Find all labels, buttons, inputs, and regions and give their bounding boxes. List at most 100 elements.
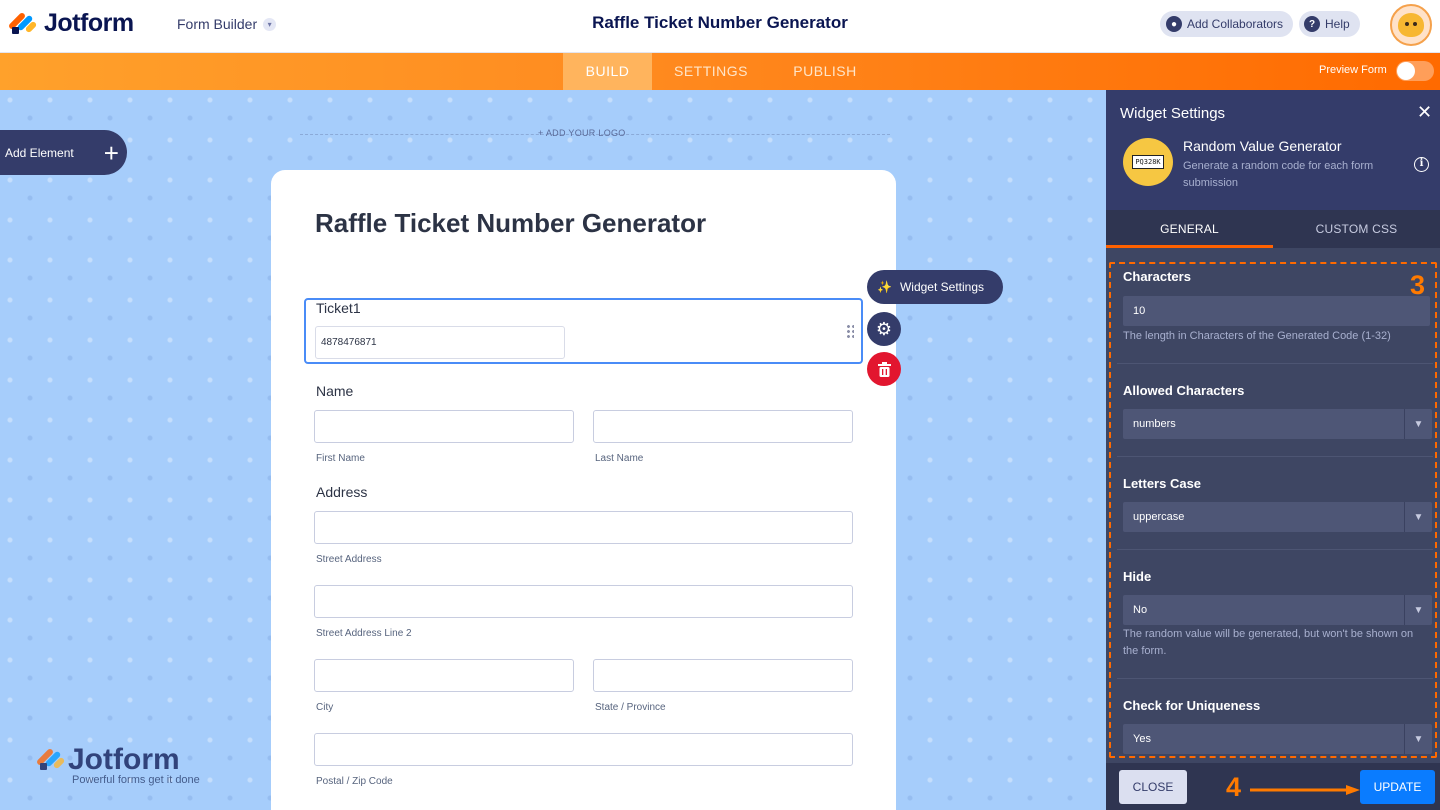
last-name-sublabel: Last Name [595, 453, 644, 464]
question-icon: ? [1304, 16, 1320, 32]
tab-publish[interactable]: PUBLISH [783, 53, 867, 90]
user-icon: ● [1166, 16, 1182, 32]
panel-title: Widget Settings [1120, 105, 1226, 122]
last-name-input[interactable] [593, 410, 853, 443]
close-icon[interactable]: ✕ [1417, 102, 1432, 123]
widget-thumb-text: PQ328K [1132, 155, 1164, 169]
tab-settings[interactable]: SETTINGS [664, 53, 758, 90]
divider [1117, 363, 1433, 364]
trash-icon [877, 361, 891, 377]
allowed-characters-label: Allowed Characters [1123, 383, 1245, 398]
state-sublabel: State / Province [595, 702, 666, 713]
field-properties-button[interactable]: ⚙ [867, 312, 901, 346]
info-icon[interactable]: i [1414, 157, 1429, 172]
form-heading[interactable]: Raffle Ticket Number Generator [315, 208, 706, 239]
add-collaborators-button[interactable]: ● Add Collaborators [1160, 11, 1294, 37]
allowed-characters-value: numbers [1133, 418, 1176, 430]
help-button[interactable]: ? Help [1299, 11, 1360, 37]
widget-name: Random Value Generator [1183, 138, 1342, 154]
avatar-face-icon [1398, 13, 1424, 37]
form-builder-label: Form Builder [177, 16, 258, 32]
magic-wand-icon: ✨ [877, 280, 892, 294]
chevron-down-icon: ▼ [1404, 724, 1432, 754]
widget-settings-button[interactable]: ✨ Widget Settings [867, 270, 1003, 304]
divider [1117, 549, 1433, 550]
form-builder-dropdown[interactable]: Form Builder ▾ [177, 16, 277, 32]
add-element-label: Add Element [5, 145, 74, 160]
jotform-logo[interactable]: Jotform [7, 9, 134, 38]
divider [1117, 678, 1433, 679]
form-canvas: Add Element + + ADD YOUR LOGO Raffle Tic… [0, 90, 1106, 810]
preview-form-toggle[interactable] [1396, 61, 1434, 81]
step-4-marker: 4 [1226, 772, 1242, 802]
form-name-title[interactable]: Raffle Ticket Number Generator [592, 13, 848, 32]
characters-input[interactable]: 10 [1123, 296, 1430, 326]
street-address-line2-sublabel: Street Address Line 2 [316, 628, 412, 639]
uniqueness-value: Yes [1133, 733, 1151, 745]
ticket-field-selected[interactable]: Ticket1 4878476871 [304, 298, 863, 364]
tab-build[interactable]: BUILD [563, 53, 652, 90]
chevron-down-icon: ▾ [263, 17, 277, 31]
widget-info: PQ328K Random Value Generator Generate a… [1106, 136, 1440, 210]
brand-name: Jotform [44, 9, 134, 37]
watermark-text: Jotform [68, 743, 180, 776]
preview-form-label: Preview Form [1319, 64, 1387, 76]
gear-icon: ⚙ [875, 318, 893, 339]
add-collaborators-label: Add Collaborators [1187, 17, 1284, 31]
uniqueness-label: Check for Uniqueness [1123, 698, 1261, 713]
divider [1117, 456, 1433, 457]
postal-code-sublabel: Postal / Zip Code [316, 776, 393, 787]
ticket-label: Ticket1 [316, 300, 361, 316]
help-label: Help [1325, 17, 1350, 31]
avatar[interactable] [1390, 4, 1432, 46]
hide-label: Hide [1123, 569, 1152, 584]
add-element-button[interactable]: Add Element + [0, 130, 127, 175]
street-address-input[interactable] [314, 511, 853, 544]
widget-description: Generate a random code for each form sub… [1183, 160, 1374, 189]
allowed-characters-select[interactable]: numbers ▼ [1123, 409, 1432, 439]
top-header: Jotform Form Builder ▾ Raffle Ticket Num… [0, 0, 1440, 53]
close-button[interactable]: CLOSE [1119, 770, 1187, 804]
city-input[interactable] [314, 659, 574, 692]
name-label: Name [316, 383, 354, 399]
chevron-down-icon: ▼ [1404, 502, 1432, 532]
first-name-input[interactable] [314, 410, 574, 443]
postal-code-input[interactable] [314, 733, 853, 766]
letters-case-label: Letters Case [1123, 476, 1202, 491]
drag-handle-icon[interactable] [846, 324, 854, 338]
first-name-sublabel: First Name [316, 453, 365, 464]
form-card: Raffle Ticket Number Generator Ticket1 4… [271, 170, 896, 810]
letters-case-value: uppercase [1133, 511, 1185, 523]
hide-value: No [1133, 604, 1148, 616]
plus-icon: + [103, 137, 119, 168]
update-button[interactable]: UPDATE [1360, 770, 1435, 804]
step-3-marker: 3 [1410, 270, 1426, 300]
address-label: Address [316, 484, 368, 500]
street-address-line2-input[interactable] [314, 585, 853, 618]
jotform-watermark: Jotform [35, 743, 180, 776]
jotform-watermark-icon [35, 747, 66, 773]
street-address-sublabel: Street Address [316, 554, 382, 565]
tab-custom-css[interactable]: CUSTOM CSS [1273, 210, 1440, 248]
arrow-pointer-icon [1250, 785, 1360, 795]
tab-general[interactable]: GENERAL [1106, 210, 1273, 248]
add-logo-link[interactable]: + ADD YOUR LOGO [538, 128, 626, 138]
panel-tabs: GENERAL CUSTOM CSS [1106, 210, 1440, 248]
uniqueness-select[interactable]: Yes ▼ [1123, 724, 1432, 754]
watermark-tagline: Powerful forms get it done [72, 774, 200, 786]
widget-settings-label: Widget Settings [899, 280, 984, 294]
letters-case-select[interactable]: uppercase ▼ [1123, 502, 1432, 532]
hide-help: The random value will be generated, but … [1123, 628, 1414, 657]
widget-thumbnail: PQ328K [1123, 138, 1173, 186]
characters-label: Characters [1123, 269, 1191, 284]
city-sublabel: City [316, 702, 334, 713]
jotform-logo-icon [7, 11, 38, 37]
panel-header: Widget Settings ✕ [1106, 90, 1440, 136]
characters-help: The length in Characters of the Generate… [1123, 330, 1391, 342]
chevron-down-icon: ▼ [1404, 595, 1432, 625]
ticket-value-input[interactable]: 4878476871 [315, 326, 565, 359]
delete-field-button[interactable] [867, 352, 901, 386]
chevron-down-icon: ▼ [1404, 409, 1432, 439]
hide-select[interactable]: No ▼ [1123, 595, 1432, 625]
state-input[interactable] [593, 659, 853, 692]
